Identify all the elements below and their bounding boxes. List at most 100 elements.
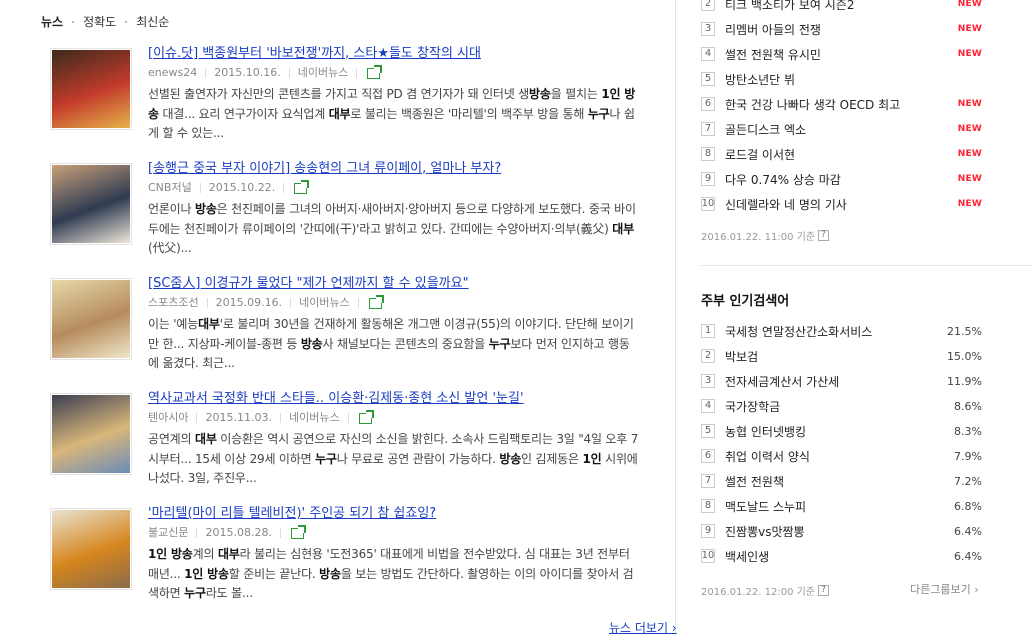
naver-news-link[interactable]: 네이버뉴스 <box>299 296 350 310</box>
meta-separator <box>288 68 290 78</box>
thumbnail-image <box>52 510 130 588</box>
tab-latest[interactable]: 최신순 <box>136 13 169 30</box>
news-source: 불교신문 <box>148 526 189 539</box>
rank-keyword: 방탄소년단 뷔 <box>725 72 796 87</box>
rank-number: 8 <box>701 147 715 161</box>
news-title-link[interactable]: [송행근 중국 부자 이야기] 송송현의 그녀 류이페이, 얼마나 부자? <box>148 161 501 177</box>
news-title-link[interactable]: '마리텔(마이 리틀 텔레비전)' 주인공 되기 참 쉽죠잉? <box>148 506 436 522</box>
news-thumbnail[interactable] <box>50 278 132 360</box>
rank-row[interactable]: 2 박보검 15.0% <box>701 346 982 366</box>
share-icon[interactable] <box>367 64 383 79</box>
rank-keyword: 박보검 <box>725 349 759 364</box>
rank-row[interactable]: 5 농협 인터넷뱅킹 8.3% <box>701 421 982 441</box>
news-thumbnail[interactable] <box>50 393 132 475</box>
rank-number: 1 <box>701 324 715 338</box>
news-date: 2015.09.16. <box>215 296 283 309</box>
share-icon[interactable] <box>290 524 306 539</box>
rank-row[interactable]: 9 다우 0.74% 상승 마감 NEW <box>701 169 982 189</box>
new-badge: NEW <box>957 124 982 134</box>
news-source: CNB저널 <box>148 181 192 194</box>
rank-number: 5 <box>701 72 715 86</box>
news-meta: enews24 2015.10.16. 네이버뉴스 <box>148 64 640 80</box>
news-thumbnail[interactable] <box>50 163 132 245</box>
share-icon[interactable] <box>368 294 384 309</box>
rank-keyword: 국가장학금 <box>725 399 781 414</box>
rank-row[interactable]: 10 신데렐라와 네 명의 기사 NEW <box>701 194 982 214</box>
rank-keyword: 농협 인터넷뱅킹 <box>725 424 807 439</box>
rank-row[interactable]: 8 로드걸 이서현 NEW <box>701 144 982 164</box>
rank-percent: 6.4% <box>954 549 982 563</box>
news-content: 역사교과서 국정화 반대 스타들.. 이승환·김제동·종현 소신 발언 '눈길'… <box>148 391 640 489</box>
share-icon[interactable] <box>358 409 374 424</box>
column-divider <box>675 0 676 636</box>
rank-percent: 6.4% <box>954 524 982 538</box>
rank-percent: 8.3% <box>954 424 982 438</box>
rank-row[interactable]: 3 리멤버 아들의 전쟁 NEW <box>701 19 982 39</box>
help-icon[interactable]: ? <box>818 230 830 241</box>
help-icon[interactable]: ? <box>818 585 830 596</box>
weekly-title: 주부 인기검색어 <box>701 294 790 309</box>
tab-accuracy[interactable]: 정확도 <box>83 13 116 30</box>
meta-separator <box>206 298 208 308</box>
rank-row[interactable]: 10 백세인생 6.4% <box>701 546 982 566</box>
rank-row[interactable]: 2 티크 백소티가 보여 시즌2 NEW <box>701 0 982 14</box>
rank-percent: 8.6% <box>954 399 982 413</box>
rank-row[interactable]: 8 맥도날드 스누피 6.8% <box>701 496 982 516</box>
rank-percent: 15.0% <box>947 349 982 363</box>
sort-tabs: 뉴스 정확도 최신순 <box>41 13 169 30</box>
news-source: 스포츠조선 <box>148 296 199 309</box>
rank-number: 3 <box>701 22 715 36</box>
rank-row[interactable]: 6 한국 건강 나빠다 생각 OECD 최고 NEW <box>701 94 982 114</box>
rank-row[interactable]: 5 방탄소년단 뷔 <box>701 69 982 89</box>
rank-keyword: 리멤버 아들의 전쟁 <box>725 22 821 37</box>
news-meta: 불교신문 2015.08.28. <box>148 524 640 540</box>
rank-row[interactable]: 4 국가장학금 8.6% <box>701 396 982 416</box>
news-item: 역사교과서 국정화 반대 스타들.. 이승환·김제동·종현 소신 발언 '눈길'… <box>50 391 640 503</box>
tab-separator <box>125 20 128 23</box>
rank-row[interactable]: 7 썰전 전원책 7.2% <box>701 471 982 491</box>
new-badge: NEW <box>957 0 982 9</box>
news-title-link[interactable]: [이슈.닷] 백종원부터 '바보전쟁'까지, 스타★들도 창작의 시대 <box>148 46 481 62</box>
news-content: [송행근 중국 부자 이야기] 송송현의 그녀 류이페이, 얼마나 부자? CNB… <box>148 161 640 259</box>
news-thumbnail[interactable] <box>50 508 132 590</box>
rank-row[interactable]: 4 썰전 전원책 유시민 NEW <box>701 44 982 64</box>
rank-keyword: 전자세금계산서 가산세 <box>725 374 840 389</box>
rank-percent: 7.2% <box>954 474 982 488</box>
rank-row[interactable]: 3 전자세금계산서 가산세 11.9% <box>701 371 982 391</box>
meta-separator <box>283 183 285 193</box>
news-item: [SC줌人] 이경규가 물었다 "제가 언제까지 할 수 있을까요" 스포츠조선 2… <box>50 276 640 388</box>
rank-row[interactable]: 9 진짬뽕vs맛짬뽕 6.4% <box>701 521 982 541</box>
news-description: 이는 '예능대부'로 불리며 30년을 건재하게 활동해온 개그맨 이경규(55… <box>148 317 634 370</box>
news-meta: 스포츠조선 2015.09.16. 네이버뉴스 <box>148 294 640 310</box>
news-date: 2015.10.16. <box>214 66 281 79</box>
news-title-link[interactable]: 역사교과서 국정화 반대 스타들.. 이승환·김제동·종현 소신 발언 '눈길' <box>148 391 524 407</box>
news-content: [이슈.닷] 백종원부터 '바보전쟁'까지, 스타★들도 창작의 시대 enews… <box>148 46 640 144</box>
naver-news-link[interactable]: 네이버뉴스 <box>289 411 340 425</box>
news-source: 텐아시아 <box>148 411 189 424</box>
rank-row[interactable]: 7 골든디스크 엑소 NEW <box>701 119 982 139</box>
meta-separator <box>356 68 358 78</box>
rank-percent: 11.9% <box>947 374 982 388</box>
meta-separator <box>205 68 207 78</box>
rank-keyword: 백세인생 <box>725 549 770 564</box>
meta-separator <box>279 413 281 423</box>
section-divider <box>701 265 1031 266</box>
tab-news[interactable]: 뉴스 <box>41 13 63 30</box>
thumbnail-image <box>52 280 130 358</box>
rank-number: 6 <box>701 449 715 463</box>
rank-number: 3 <box>701 374 715 388</box>
rank-number: 5 <box>701 424 715 438</box>
meta-separator <box>347 413 349 423</box>
rank-keyword: 다우 0.74% 상승 마감 <box>725 172 841 187</box>
news-more-link[interactable]: 뉴스 더보기 › <box>609 619 677 636</box>
news-thumbnail[interactable] <box>50 48 132 130</box>
rank-row[interactable]: 1 국세청 연말정산간소화서비스 21.5% <box>701 321 982 341</box>
rank-row[interactable]: 6 취업 이력서 양식 7.9% <box>701 446 982 466</box>
share-icon[interactable] <box>294 179 310 194</box>
other-group-link[interactable]: 다른그룹보기 › <box>910 581 979 597</box>
news-title-link[interactable]: [SC줌人] 이경규가 물었다 "제가 언제까지 할 수 있을까요" <box>148 276 469 292</box>
rank-number: 2 <box>701 0 715 11</box>
realtime-stamp-text: 2016.01.22. 11:00 기준 <box>701 232 816 243</box>
naver-news-link[interactable]: 네이버뉴스 <box>298 66 349 80</box>
news-date: 2015.08.28. <box>205 526 272 539</box>
